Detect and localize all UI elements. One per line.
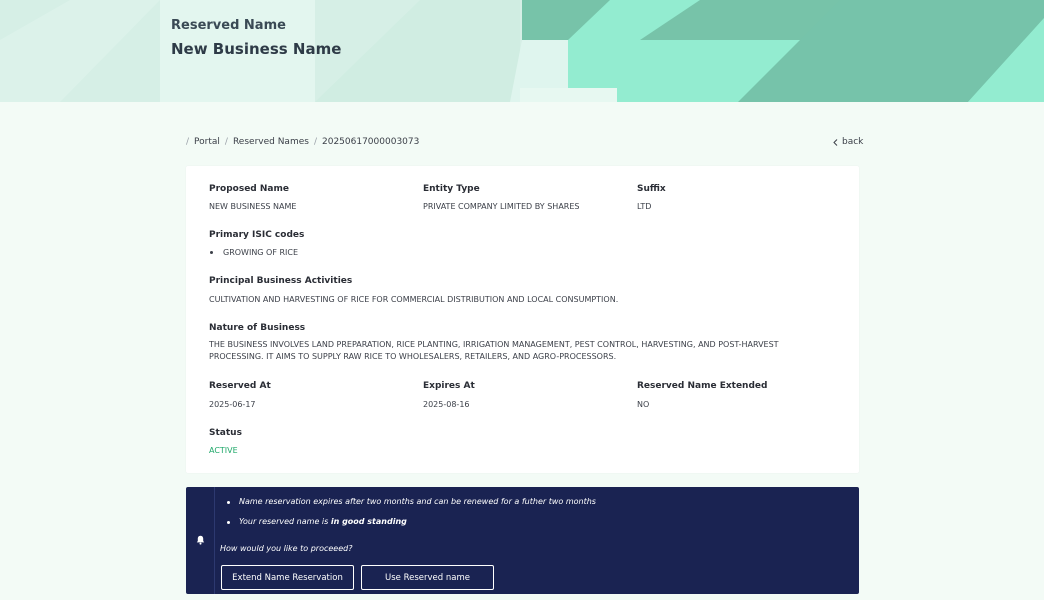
reservation-details-card: Proposed Name NEW BUSINESS NAME Entity T… — [186, 166, 859, 473]
list-bullet — [227, 521, 230, 524]
nature-value: THE BUSINESS INVOLVES LAND PREPARATION, … — [209, 340, 779, 361]
isic-item: GROWING OF RICE — [223, 248, 299, 257]
breadcrumb-separator: / — [313, 137, 317, 147]
breadcrumb-separator: / — [224, 137, 228, 147]
bell-icon — [196, 535, 205, 545]
breadcrumb-reserved-names[interactable]: Reserved Names — [233, 137, 309, 147]
use-reserved-name-button[interactable]: Use Reserved name — [361, 565, 494, 590]
notice-question: How would you like to proceeed? — [220, 544, 353, 553]
expires-at-value: 2025-08-16 — [423, 400, 470, 409]
reserved-at-value: 2025-06-17 — [209, 400, 256, 409]
list-bullet — [227, 501, 230, 504]
suffix-label: Suffix — [637, 184, 666, 194]
activities-value: CULTIVATION AND HARVESTING OF RICE FOR C… — [209, 295, 619, 304]
breadcrumb-current: 20250617000003073 — [322, 137, 420, 147]
notice-divider — [214, 487, 215, 594]
chevron-left-icon — [833, 138, 838, 146]
nature-label: Nature of Business — [209, 323, 306, 333]
suffix-value: LTD — [637, 202, 652, 211]
extend-reservation-button[interactable]: Extend Name Reservation — [221, 565, 354, 590]
breadcrumb-portal[interactable]: Portal — [194, 137, 220, 147]
page-eyebrow: Reserved Name — [171, 18, 286, 33]
entity-type-value: PRIVATE COMPANY LIMITED BY SHARES — [423, 202, 580, 211]
status-label: Status — [209, 428, 242, 438]
back-link[interactable]: back — [833, 137, 863, 147]
breadcrumb-separator: / — [186, 137, 190, 147]
notice-standing-value: in good standing — [330, 517, 407, 526]
page-header-banner: Reserved Name New Business Name — [0, 0, 1044, 102]
entity-type-label: Entity Type — [423, 184, 480, 194]
list-bullet — [210, 251, 213, 254]
reserved-at-label: Reserved At — [209, 381, 271, 391]
notice-standing-text: Your reserved name is in good standing — [239, 517, 407, 526]
activities-label: Principal Business Activities — [209, 276, 353, 286]
expires-at-label: Expires At — [423, 381, 475, 391]
banner-decoration — [0, 0, 1044, 102]
proposed-name-label: Proposed Name — [209, 184, 289, 194]
isic-label: Primary ISIC codes — [209, 230, 305, 240]
extended-label: Reserved Name Extended — [637, 381, 768, 391]
notice-expiry-text: Name reservation expires after two month… — [239, 497, 596, 506]
breadcrumb: / Portal / Reserved Names / 202506170000… — [186, 137, 419, 147]
page-title: New Business Name — [171, 40, 342, 58]
reservation-notice: Name reservation expires after two month… — [186, 487, 859, 594]
back-label: back — [842, 137, 864, 147]
proposed-name-value: NEW BUSINESS NAME — [209, 202, 297, 211]
notice-standing-prefix: Your reserved name is — [239, 517, 331, 526]
extended-value: NO — [637, 400, 650, 409]
status-badge: ACTIVE — [209, 446, 238, 455]
